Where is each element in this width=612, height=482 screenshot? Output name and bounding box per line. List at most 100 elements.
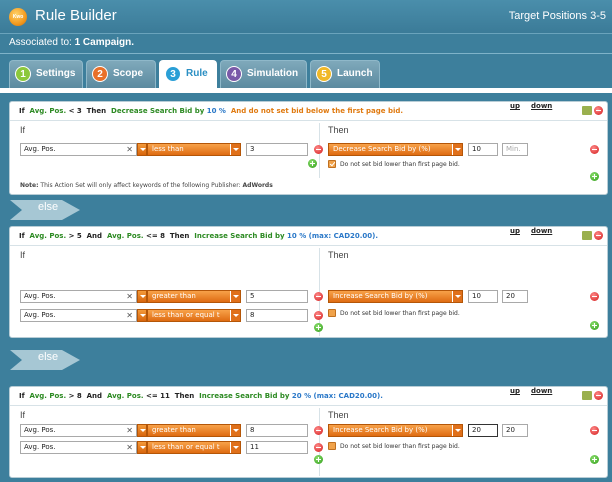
add-condition-icon[interactable] bbox=[314, 323, 323, 332]
tab-content-bar bbox=[0, 88, 612, 93]
down-link[interactable]: down bbox=[531, 387, 552, 395]
chevron-down-icon bbox=[230, 310, 240, 321]
else-connector: else bbox=[10, 348, 85, 372]
step-2-icon: 2 bbox=[92, 66, 108, 82]
remove-rule-icon[interactable] bbox=[594, 106, 603, 115]
metric-select[interactable]: Avg. Pos. ✕ bbox=[20, 441, 137, 454]
clear-icon[interactable]: ✕ bbox=[126, 310, 133, 321]
up-link[interactable]: up bbox=[510, 227, 520, 235]
amount: 10 % bbox=[206, 107, 226, 115]
first-page-bid-checkbox[interactable] bbox=[328, 442, 336, 450]
copy-icon[interactable] bbox=[582, 391, 592, 400]
remove-condition-icon[interactable] bbox=[314, 311, 323, 320]
then-label: Then bbox=[328, 410, 349, 420]
action-value: Increase Search Bid by (%) bbox=[333, 292, 428, 300]
comparison: > 8 bbox=[68, 392, 82, 400]
down-link[interactable]: down bbox=[531, 227, 552, 235]
app-logo-icon: Kwo bbox=[9, 8, 27, 26]
remove-action-icon[interactable] bbox=[590, 426, 599, 435]
remove-rule-icon[interactable] bbox=[594, 391, 603, 400]
action-select[interactable]: Decrease Search Bid by (%) bbox=[328, 143, 463, 156]
metric-select[interactable]: Avg. Pos. ✕ bbox=[20, 290, 137, 303]
action-value: Decrease Search Bid by (%) bbox=[333, 145, 431, 153]
metric-dropdown-icon[interactable] bbox=[137, 424, 147, 437]
tab-settings[interactable]: 1 Settings bbox=[9, 60, 83, 88]
add-condition-icon[interactable] bbox=[308, 159, 317, 168]
action-select[interactable]: Increase Search Bid by (%) bbox=[328, 290, 463, 303]
metric-value: Avg. Pos. bbox=[24, 292, 56, 300]
chevron-down-icon bbox=[230, 425, 240, 436]
rule-actions bbox=[582, 231, 603, 240]
and-keyword: And bbox=[86, 392, 103, 400]
rule-panel-2: If Avg. Pos. > 5 And Avg. Pos. <= 8 Then… bbox=[9, 226, 608, 338]
amount-input[interactable]: 10 bbox=[468, 290, 498, 303]
remove-condition-icon[interactable] bbox=[314, 292, 323, 301]
amount: 20 % bbox=[291, 392, 312, 400]
tab-simulation[interactable]: 4 Simulation bbox=[220, 60, 307, 88]
operator-select[interactable]: greater than bbox=[147, 290, 241, 303]
metric-select[interactable]: Avg. Pos. ✕ bbox=[20, 143, 137, 156]
operator-select[interactable]: greater than bbox=[147, 424, 241, 437]
amount-input[interactable]: 20 bbox=[468, 424, 498, 437]
comparison: < 3 bbox=[68, 107, 82, 115]
condition-value-input[interactable]: 5 bbox=[246, 290, 308, 303]
min-input[interactable]: Min. bbox=[502, 143, 528, 156]
tab-scope[interactable]: 2 Scope bbox=[86, 60, 156, 88]
max-input[interactable]: 20 bbox=[502, 424, 528, 437]
up-link[interactable]: up bbox=[510, 387, 520, 395]
copy-icon[interactable] bbox=[582, 231, 592, 240]
metric: Avg. Pos. bbox=[29, 392, 67, 400]
tab-label: Rule bbox=[186, 68, 208, 79]
add-action-icon[interactable] bbox=[590, 455, 599, 464]
associated-value[interactable]: 1 Campaign. bbox=[75, 37, 134, 48]
remove-condition-icon[interactable] bbox=[314, 145, 323, 154]
first-page-bid-checkbox[interactable] bbox=[328, 160, 336, 168]
condition-value-input[interactable]: 8 bbox=[246, 424, 308, 437]
max-suffix: ). bbox=[372, 232, 379, 240]
operator-select[interactable]: less than or equal t bbox=[147, 309, 241, 322]
add-action-icon[interactable] bbox=[590, 172, 599, 181]
tab-launch[interactable]: 5 Launch bbox=[310, 60, 380, 88]
tab-label: Launch bbox=[337, 68, 373, 79]
if-label: If bbox=[20, 250, 26, 260]
clear-icon[interactable]: ✕ bbox=[126, 144, 133, 155]
clear-icon[interactable]: ✕ bbox=[126, 442, 133, 453]
operator-select[interactable]: less than bbox=[147, 143, 241, 156]
metric-dropdown-icon[interactable] bbox=[137, 441, 147, 454]
clear-icon[interactable]: ✕ bbox=[126, 291, 133, 302]
amount-input[interactable]: 10 bbox=[468, 143, 498, 156]
condition-value-input[interactable]: 11 bbox=[246, 441, 308, 454]
first-page-bid-checkbox[interactable] bbox=[328, 309, 336, 317]
metric-select[interactable]: Avg. Pos. ✕ bbox=[20, 424, 137, 437]
remove-condition-icon[interactable] bbox=[314, 426, 323, 435]
remove-rule-icon[interactable] bbox=[594, 231, 603, 240]
copy-icon[interactable] bbox=[582, 106, 592, 115]
condition-value-input[interactable]: 3 bbox=[246, 143, 308, 156]
if-keyword: If bbox=[19, 232, 25, 240]
metric-dropdown-icon[interactable] bbox=[137, 290, 147, 303]
remove-condition-icon[interactable] bbox=[314, 443, 323, 452]
metric-dropdown-icon[interactable] bbox=[137, 143, 147, 156]
and-keyword: And bbox=[86, 232, 103, 240]
remove-action-icon[interactable] bbox=[590, 292, 599, 301]
action-select[interactable]: Increase Search Bid by (%) bbox=[328, 424, 463, 437]
metric-dropdown-icon[interactable] bbox=[137, 309, 147, 322]
max-input[interactable]: 20 bbox=[502, 290, 528, 303]
add-condition-icon[interactable] bbox=[314, 455, 323, 464]
down-link[interactable]: down bbox=[531, 102, 552, 110]
else-label: else bbox=[38, 351, 59, 363]
operator-value: greater than bbox=[152, 426, 196, 434]
clear-icon[interactable]: ✕ bbox=[126, 425, 133, 436]
remove-action-icon[interactable] bbox=[590, 145, 599, 154]
operator-value: less than or equal t bbox=[152, 311, 220, 319]
tab-rule[interactable]: 3 Rule bbox=[159, 60, 217, 88]
condition-value-input[interactable]: 8 bbox=[246, 309, 308, 322]
operator-select[interactable]: less than or equal t bbox=[147, 441, 241, 454]
metric-select[interactable]: Avg. Pos. ✕ bbox=[20, 309, 137, 322]
tab-label: Settings bbox=[36, 68, 76, 79]
operator-value: less than or equal t bbox=[152, 443, 220, 451]
metric-value: Avg. Pos. bbox=[24, 145, 56, 153]
add-action-icon[interactable] bbox=[590, 321, 599, 330]
step-4-icon: 4 bbox=[226, 66, 242, 82]
up-link[interactable]: up bbox=[510, 102, 520, 110]
